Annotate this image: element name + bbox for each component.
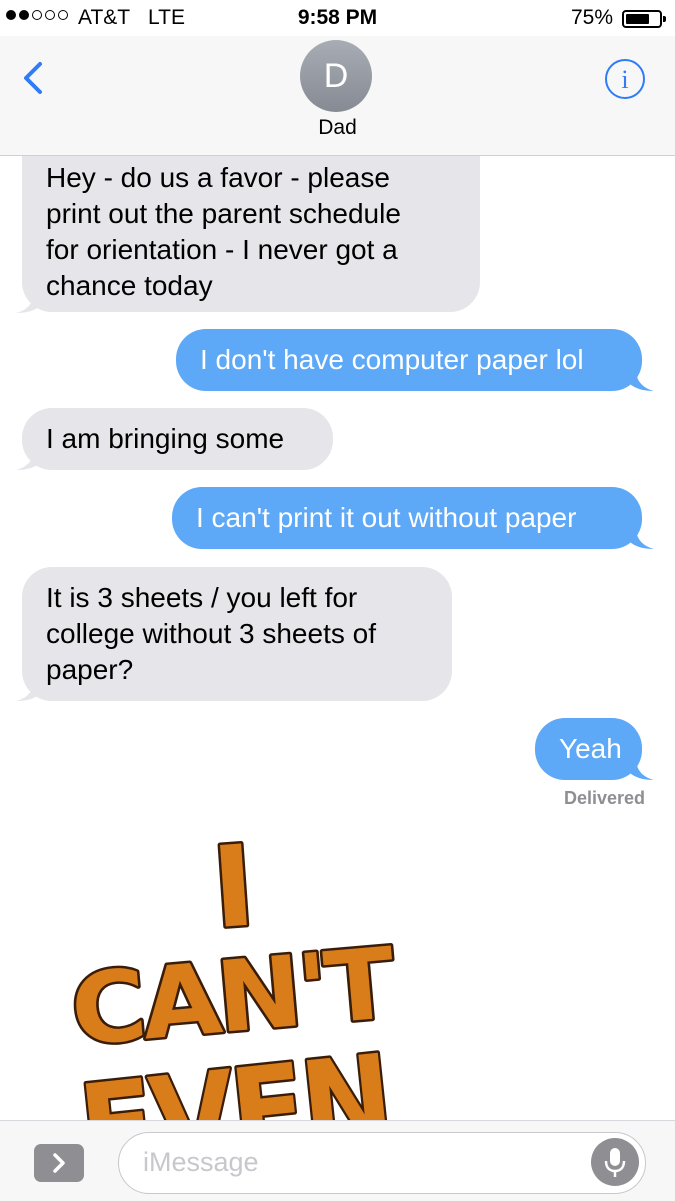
outgoing-message-bubble[interactable]: I can't print it out without paper bbox=[172, 487, 642, 549]
avatar-initial: D bbox=[323, 56, 349, 95]
chevron-left-icon[interactable] bbox=[20, 60, 50, 96]
bubble-tail bbox=[630, 759, 654, 780]
battery-percent: 75% bbox=[570, 6, 613, 29]
incoming-message-bubble[interactable]: It is 3 sheets / you left for college wi… bbox=[22, 567, 452, 701]
message-line: I am bringing some bbox=[46, 423, 285, 454]
message-thread[interactable]: Hey - do us a favor - please print out t… bbox=[0, 156, 675, 1120]
message-line: print out the parent schedule bbox=[46, 198, 401, 229]
svg-text:i: i bbox=[621, 65, 628, 94]
message-line: for orientation - I never got a bbox=[46, 234, 398, 265]
message-line: chance today bbox=[46, 270, 213, 301]
bubble-tail bbox=[630, 528, 654, 549]
message-line: paper? bbox=[46, 654, 134, 685]
incoming-message-bubble[interactable]: I am bringing some bbox=[22, 408, 333, 470]
i-cant-even-sticker[interactable]: I CAN'T EVEN bbox=[60, 816, 400, 1120]
status-bar: AT&T LTE 9:58 PM 75% bbox=[0, 0, 675, 36]
compose-bar: iMessage bbox=[0, 1120, 675, 1201]
bubble-tail bbox=[16, 292, 40, 313]
microphone-icon bbox=[604, 1148, 626, 1177]
message-line: Yeah bbox=[559, 733, 622, 764]
input-placeholder: iMessage bbox=[143, 1147, 259, 1177]
contact-avatar[interactable]: D bbox=[300, 40, 372, 112]
info-icon[interactable]: i bbox=[604, 58, 646, 100]
bubble-tail bbox=[16, 680, 40, 701]
delivered-status: Delivered bbox=[563, 788, 645, 808]
bubble-tail bbox=[630, 370, 654, 391]
message-line: I don't have computer paper lol bbox=[200, 344, 584, 375]
battery-tip bbox=[663, 16, 666, 22]
sticker-word-i: I bbox=[208, 821, 259, 954]
message-line: It is 3 sheets / you left for bbox=[46, 582, 358, 613]
apps-button[interactable] bbox=[34, 1144, 84, 1182]
imessage-input[interactable]: iMessage bbox=[118, 1132, 646, 1194]
message-line: Hey - do us a favor - please bbox=[46, 162, 390, 193]
conversation-header: D Dad i bbox=[0, 36, 675, 156]
outgoing-message-bubble[interactable]: I don't have computer paper lol bbox=[176, 329, 642, 391]
message-line: college without 3 sheets of bbox=[46, 618, 376, 649]
incoming-message-bubble[interactable]: Hey - do us a favor - please print out t… bbox=[22, 156, 480, 312]
message-line: I can't print it out without paper bbox=[196, 502, 577, 533]
dictation-button[interactable] bbox=[591, 1138, 639, 1186]
chevron-right-icon bbox=[53, 1153, 65, 1173]
contact-name[interactable]: Dad bbox=[0, 116, 675, 140]
bubble-tail bbox=[16, 449, 40, 470]
battery-icon bbox=[622, 10, 662, 28]
outgoing-message-bubble[interactable]: Yeah bbox=[535, 718, 642, 780]
battery-level-fill bbox=[626, 14, 649, 24]
